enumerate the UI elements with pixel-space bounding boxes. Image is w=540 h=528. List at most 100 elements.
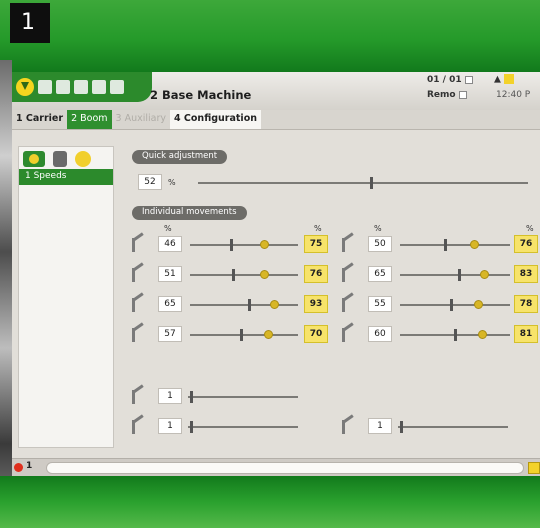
machine-icon[interactable] (53, 151, 67, 167)
operator-status-icon: ▲ (494, 74, 501, 85)
oil-icon[interactable] (75, 151, 91, 167)
slew-left-value[interactable]: 1 (158, 388, 182, 404)
tab-carrier[interactable]: 1 Carrier (12, 110, 67, 129)
boom-lift-max[interactable]: 75 (304, 235, 328, 253)
arm-out-value[interactable]: 65 (158, 296, 182, 312)
status-icons: ▲ (494, 74, 514, 85)
boom-lower-slider[interactable] (232, 269, 235, 281)
pct-header-left-max: % (314, 224, 322, 233)
speed-icon[interactable] (23, 151, 45, 167)
toolbar (12, 72, 152, 102)
stick-out-value[interactable]: 50 (368, 236, 392, 252)
stick-out-max[interactable]: 76 (514, 235, 538, 253)
bucket-close-slider[interactable] (454, 329, 457, 341)
top-banner (0, 0, 540, 72)
counter-toggle[interactable] (464, 75, 473, 84)
arm-out-icon (130, 296, 148, 312)
bucket-close-max-marker[interactable] (478, 330, 487, 339)
tilt-value[interactable]: 1 (368, 418, 392, 434)
tilt-slider[interactable] (400, 421, 403, 433)
back-arrow-icon[interactable] (38, 80, 52, 94)
boom-lift-value[interactable]: 46 (158, 236, 182, 252)
slew-right-icon (130, 418, 148, 434)
document-icon[interactable] (56, 80, 70, 94)
warning-chip-icon (503, 74, 514, 84)
status-bar: 1 (12, 458, 540, 476)
alarm-icon[interactable] (14, 463, 23, 472)
window-title: 2 Base Machine (150, 88, 252, 102)
speeds-panel: Quick adjustment 52 % Individual movemen… (118, 134, 540, 448)
boom-lower-track (190, 274, 298, 276)
stick-in-icon (340, 266, 358, 282)
pct-header-right-max: % (526, 224, 534, 233)
save-icon[interactable] (92, 80, 106, 94)
slew-left-slider[interactable] (190, 391, 193, 403)
sidebar: 1 Speeds (18, 146, 114, 448)
tilt-track (398, 426, 508, 428)
boom-lower-icon (130, 266, 148, 282)
tab-configuration[interactable]: 4 Configuration (170, 110, 261, 129)
arm-out-max-marker[interactable] (270, 300, 279, 309)
stick-out-icon (340, 236, 358, 252)
slew-right-value[interactable]: 1 (158, 418, 182, 434)
arm-in-max[interactable]: 70 (304, 325, 328, 343)
slew-right-slider[interactable] (190, 421, 193, 433)
bucket-open-value[interactable]: 55 (368, 296, 392, 312)
bucket-open-max[interactable]: 78 (514, 295, 538, 313)
stick-out-slider[interactable] (444, 239, 447, 251)
sidebar-item-speeds[interactable]: 1 Speeds (19, 169, 113, 185)
arm-out-slider[interactable] (248, 299, 251, 311)
stick-in-max-marker[interactable] (480, 270, 489, 279)
info-chip-icon[interactable] (528, 462, 540, 474)
arm-in-max-marker[interactable] (264, 330, 273, 339)
bucket-close-max[interactable]: 81 (514, 325, 538, 343)
bottom-banner (0, 476, 540, 528)
pct-header-right-current: % (374, 224, 382, 233)
machine-display: 2 Base Machine 01 / 01 Remo ▲ 12:40 P 1 … (12, 72, 540, 476)
arm-in-value[interactable]: 57 (158, 326, 182, 342)
individual-movements-header: Individual movements (132, 206, 247, 220)
boom-lower-max-marker[interactable] (260, 270, 269, 279)
bucket-open-max-marker[interactable] (474, 300, 483, 309)
title-bar: 2 Base Machine 01 / 01 Remo ▲ 12:40 P (12, 72, 540, 110)
arm-in-slider[interactable] (240, 329, 243, 341)
arm-in-track (190, 334, 298, 336)
stick-in-track (400, 274, 510, 276)
stick-in-max[interactable]: 83 (514, 265, 538, 283)
arm-in-icon (130, 326, 148, 342)
tab-boom[interactable]: 2 Boom (67, 110, 112, 129)
bucket-close-value[interactable]: 60 (368, 326, 392, 342)
boom-lift-slider[interactable] (230, 239, 233, 251)
pct-header-left-current: % (164, 224, 172, 233)
boom-lower-value[interactable]: 51 (158, 266, 182, 282)
arm-out-track (190, 304, 298, 306)
alarm-count: 1 (26, 461, 33, 471)
page-number-badge: 1 (10, 3, 50, 43)
copy-icon[interactable] (74, 80, 88, 94)
message-field[interactable] (46, 462, 524, 474)
boom-lift-max-marker[interactable] (260, 240, 269, 249)
slew-left-track (188, 396, 298, 398)
clock: 12:40 P (496, 90, 531, 100)
quick-adjustment-unit: % (168, 178, 176, 187)
sidebar-icon-row (23, 151, 91, 167)
bucket-open-slider[interactable] (450, 299, 453, 311)
status-mode: Remo (427, 90, 467, 100)
tilt-icon (340, 418, 358, 434)
stick-in-value[interactable]: 65 (368, 266, 392, 282)
counter-text: 01 / 01 (427, 75, 462, 85)
down-arrow-icon[interactable] (16, 78, 34, 96)
quick-adjustment-value[interactable]: 52 (138, 174, 162, 190)
boom-lift-track (190, 244, 298, 246)
stick-in-slider[interactable] (458, 269, 461, 281)
mode-toggle[interactable] (458, 90, 467, 99)
quick-adjustment-slider[interactable] (370, 177, 373, 189)
stick-out-max-marker[interactable] (470, 240, 479, 249)
operator-icon[interactable] (110, 80, 124, 94)
mode-text: Remo (427, 90, 456, 100)
arm-out-max[interactable]: 93 (304, 295, 328, 313)
tab-auxiliary[interactable]: 3 Auxiliary (112, 110, 170, 129)
boom-lower-max[interactable]: 76 (304, 265, 328, 283)
photo-background (0, 60, 12, 528)
quick-adjustment-track (198, 182, 528, 184)
